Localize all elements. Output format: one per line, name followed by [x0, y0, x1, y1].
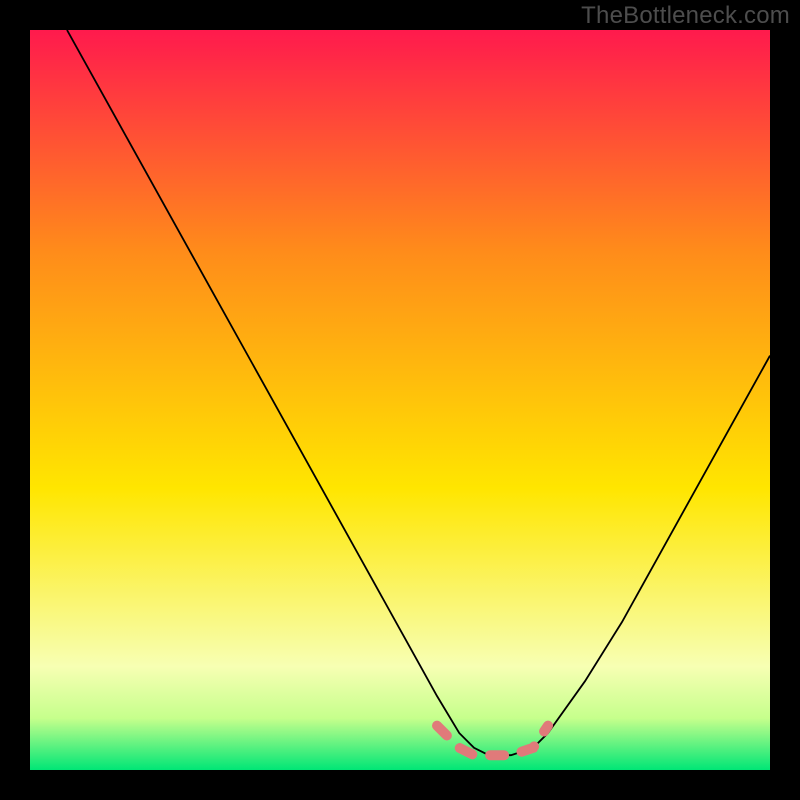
gradient-background: [30, 30, 770, 770]
plot-area: [30, 30, 770, 770]
watermark-text: TheBottleneck.com: [581, 2, 790, 30]
chart-frame: TheBottleneck.com: [0, 0, 800, 800]
chart-svg: [30, 30, 770, 770]
